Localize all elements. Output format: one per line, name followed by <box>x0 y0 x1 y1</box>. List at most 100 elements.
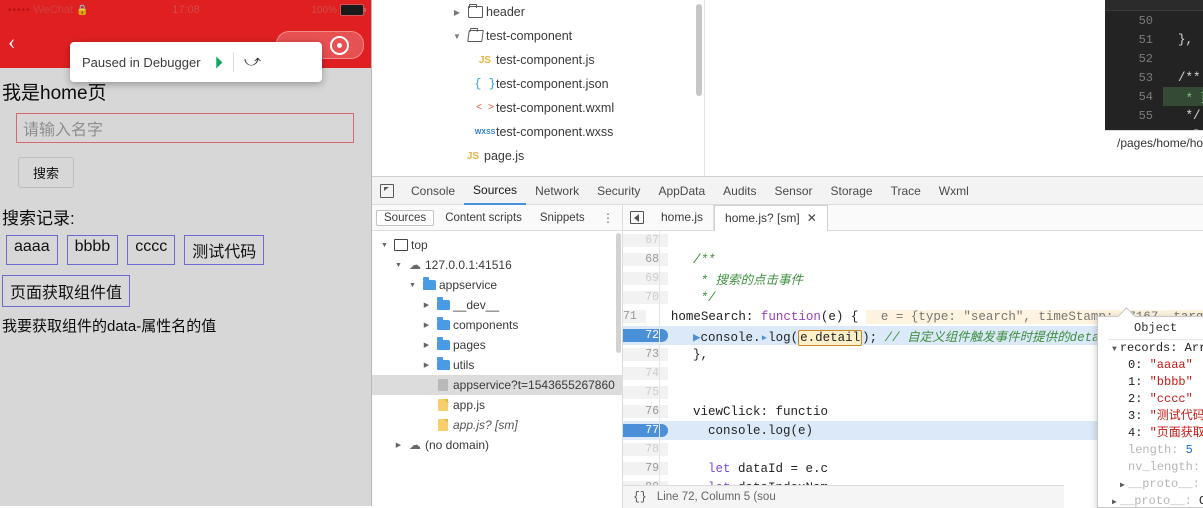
get-component-value-button[interactable]: 页面获取组件值 <box>2 275 130 307</box>
popover-row[interactable]: 1: "bbbb" <box>1098 374 1203 391</box>
popover-row[interactable]: 3: "测试代码" <box>1098 408 1203 425</box>
object-inspector-popover[interactable]: Object ▼records: Array(5) 0: "aaaa" 1: "… <box>1097 316 1203 508</box>
subtab-content-scripts[interactable]: Content scripts <box>438 211 529 225</box>
tree-item-top[interactable]: ▼ top <box>372 235 622 255</box>
code-line: 69 * 搜索的点击事件 <box>623 269 1203 288</box>
paused-in-debugger-banner: Paused in Debugger ⏵ ⤻ <box>70 42 322 82</box>
blue-folder-icon <box>433 340 453 350</box>
list-item[interactable]: 测试代码 <box>184 235 264 265</box>
name-input[interactable]: 请输入名字 <box>16 113 354 143</box>
prop-value: "aaaa" <box>1150 358 1193 372</box>
code-line: 70 */ <box>623 288 1203 307</box>
tree-item-app-js-sm[interactable]: app.js? [sm] <box>372 415 622 435</box>
popover-row[interactable]: nv_length: (...) <box>1098 459 1203 476</box>
inspect-element-icon[interactable] <box>372 184 402 198</box>
line-code: * 搜索的点击事件 <box>668 269 803 288</box>
tree-item-label: test-component <box>486 29 572 43</box>
code-editor: 50 51 }, 52 53 /** 54 * 页面上拉触底事件的处理函数 55… <box>1105 0 1203 155</box>
line-code: /** <box>1163 71 1201 85</box>
chevron-right-icon[interactable]: ▶ <box>392 441 405 449</box>
tab-audits[interactable]: Audits <box>714 178 765 204</box>
tree-item-test-component-wxml[interactable]: < > test-component.wxml <box>434 96 704 120</box>
file-tab-label: home.js? [sm] <box>725 209 800 228</box>
popover-row[interactable]: 2: "cccc" <box>1098 391 1203 408</box>
chevron-right-icon[interactable]: ▶ <box>1120 481 1125 490</box>
folder-icon <box>464 6 486 18</box>
chevron-down-icon[interactable]: ▼ <box>450 32 464 41</box>
popover-row[interactable]: ▶__proto__: Array(0) <box>1098 476 1203 493</box>
yellow-doc-icon <box>433 399 453 411</box>
tree-item-utils[interactable]: ▶ utils <box>372 355 622 375</box>
chevron-down-icon[interactable]: ▼ <box>378 242 391 249</box>
tree-item-pages[interactable]: ▶ pages <box>372 335 622 355</box>
tab-wxml[interactable]: Wxml <box>930 178 978 204</box>
tree-item-test-component[interactable]: ▼ test-component <box>434 24 704 48</box>
line-number: 77 <box>623 424 668 437</box>
tree-item-label: test-component.wxml <box>496 101 614 115</box>
tree-item-test-component-json[interactable]: { } test-component.json <box>434 72 704 96</box>
list-item[interactable]: cccc <box>127 235 175 265</box>
tree-item-label: pages <box>453 338 486 352</box>
line-number: 68 <box>623 253 668 266</box>
format-braces-icon[interactable]: {} <box>633 491 647 504</box>
source-code-view[interactable]: 67 68 /** 69 * 搜索的点击事件 70 */ 71 homeSear… <box>623 231 1203 508</box>
popover-row[interactable]: 0: "aaaa" <box>1098 357 1203 374</box>
tree-item-components[interactable]: ▶ components <box>372 315 622 335</box>
chevron-right-icon[interactable]: ▶ <box>450 8 464 17</box>
tree-item-appservice-file[interactable]: appservice?t=1543655267860 <box>372 375 622 395</box>
list-item[interactable]: aaaa <box>6 235 58 265</box>
code-line: 67 <box>623 231 1203 250</box>
tree-item-dev[interactable]: ▶ __dev__ <box>372 295 622 315</box>
breakpoint-icon[interactable]: ▶ <box>693 329 701 345</box>
tree-item-label: (no domain) <box>425 438 489 452</box>
line-number: 69 <box>623 272 668 285</box>
tab-sensor[interactable]: Sensor <box>766 178 822 204</box>
popover-row[interactable]: 4: "页面获取组件值" <box>1098 425 1203 442</box>
close-icon[interactable]: ✕ <box>807 209 817 228</box>
subtab-sources[interactable]: Sources <box>376 210 434 226</box>
chevron-right-icon[interactable]: ▶ <box>420 321 433 329</box>
frame-icon <box>391 239 411 251</box>
step-over-icon[interactable]: ⤻ <box>244 54 261 70</box>
popover-row[interactable]: ▼records: Array(5) <box>1098 340 1203 357</box>
tree-item-appservice[interactable]: ▼ appservice <box>372 275 622 295</box>
more-vertical-icon[interactable]: ⋮ <box>602 214 614 222</box>
line-number: 55 <box>1105 109 1163 123</box>
tree-item-label: top <box>411 238 428 252</box>
tab-sources[interactable]: Sources <box>464 177 526 205</box>
search-button[interactable]: 搜索 <box>18 157 74 188</box>
tab-console[interactable]: Console <box>402 178 464 204</box>
tab-network[interactable]: Network <box>526 178 588 204</box>
file-tree-scrollbar[interactable] <box>696 4 702 96</box>
tree-item-test-component-js[interactable]: JS test-component.js <box>434 48 704 72</box>
popover-row: length: 5 <box>1098 442 1203 459</box>
blue-folder-icon <box>433 300 453 310</box>
tree-item-header[interactable]: ▶ header <box>434 0 704 24</box>
tree-item-no-domain[interactable]: ▶ ☁ (no domain) <box>372 435 622 455</box>
resume-play-icon[interactable]: ⏵ <box>215 54 224 71</box>
chevron-down-icon[interactable]: ▼ <box>392 262 405 269</box>
sources-tree-scrollbar[interactable] <box>616 233 621 353</box>
line-number: 76 <box>623 405 668 418</box>
tree-item-label: appservice?t=1543655267860 <box>453 378 615 392</box>
file-tab-home-js[interactable]: home.js <box>651 205 714 230</box>
tree-item-origin[interactable]: ▼ ☁ 127.0.0.1:41516 <box>372 255 622 275</box>
list-item[interactable]: bbbb <box>67 235 119 265</box>
chevron-down-icon[interactable]: ▼ <box>406 282 419 289</box>
chevron-right-icon[interactable]: ▶ <box>420 361 433 369</box>
tree-item-app-js[interactable]: app.js <box>372 395 622 415</box>
chevron-right-icon[interactable]: ▶ <box>420 341 433 349</box>
file-tab-home-js-sm[interactable]: home.js? [sm] ✕ <box>714 205 828 232</box>
chevron-left-icon[interactable]: ‹ <box>8 32 30 54</box>
tab-security[interactable]: Security <box>588 178 649 204</box>
chevron-down-icon[interactable]: ▼ <box>1112 345 1117 354</box>
toggle-navigator-icon[interactable] <box>623 211 651 224</box>
target-icon[interactable] <box>330 36 349 55</box>
tab-storage[interactable]: Storage <box>822 178 882 204</box>
chevron-right-icon[interactable]: ▶ <box>420 301 433 309</box>
subtab-snippets[interactable]: Snippets <box>533 211 592 225</box>
tree-item-page-js[interactable]: JS page.js <box>434 144 704 168</box>
tree-item-test-component-wxss[interactable]: WXSS test-component.wxss <box>434 120 704 144</box>
tab-appdata[interactable]: AppData <box>649 178 714 204</box>
tab-trace[interactable]: Trace <box>882 178 930 204</box>
